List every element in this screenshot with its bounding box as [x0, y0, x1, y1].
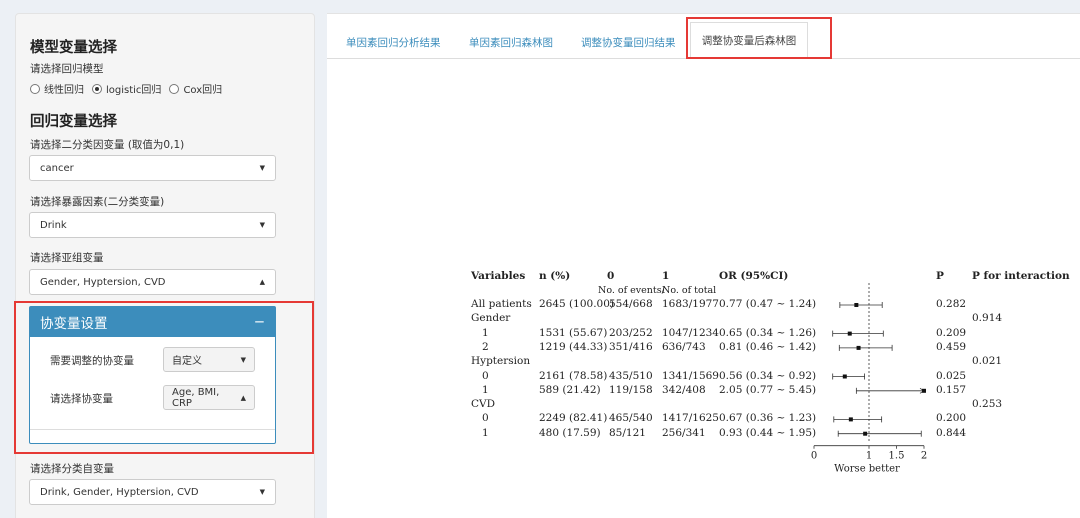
row-group1: 1047/1234 [662, 326, 719, 339]
row-p-interaction: 0.914 [972, 312, 1003, 325]
row-n: 2249 (82.41) [539, 412, 608, 425]
exposure-label: 请选择暴露因素(二分类变量) [30, 196, 165, 208]
caret-down-icon: ▼ [259, 221, 265, 229]
point-estimate [847, 331, 852, 336]
row-n: 2161 (78.58) [539, 369, 608, 382]
row-group0: 554/668 [609, 298, 653, 310]
header-variables: Variables [471, 270, 526, 282]
row-variable: 0 [482, 369, 489, 382]
row-p: 0.157 [936, 383, 967, 396]
row-group1: 1341/1569 [662, 369, 719, 382]
row-variable: Gender [471, 312, 511, 325]
tab-univariate-forest[interactable]: 单因素回归森林图 [469, 35, 553, 50]
subgroup-select[interactable]: Gender, Hyptersion, CVD ▲ [29, 269, 276, 295]
row-variable: 2 [482, 340, 489, 353]
row-group1: 1683/1977 [662, 298, 719, 310]
model-prompt: 请选择回归模型 [30, 63, 104, 75]
x-tick-label: 0 [811, 451, 817, 462]
point-estimate [863, 431, 868, 436]
row-variable: 1 [482, 426, 489, 439]
row-n: 2645 (100.00) [539, 298, 614, 310]
subheader-events: No. of events/ [598, 285, 665, 296]
forest-plot-graphic: 0 1 1.5 2 Worse better [811, 283, 927, 475]
header-n: n (%) [539, 270, 571, 282]
row-group0: 85/121 [609, 426, 646, 439]
radio-linear[interactable]: 线性回归 [30, 81, 84, 96]
row-variable: Hyptersion [471, 355, 531, 368]
row-variable: All patients [471, 298, 532, 310]
row-p: 0.025 [936, 369, 967, 382]
point-estimate [922, 388, 926, 393]
row-n: 1531 (55.67) [539, 326, 608, 339]
tab-adjusted-results[interactable]: 调整协变量回归结果 [581, 35, 676, 50]
row-p-interaction: 0.021 [972, 355, 1003, 368]
exposure-select[interactable]: Drink ▼ [29, 212, 276, 238]
header-group0: 0 [607, 270, 615, 282]
outcome-label: 请选择二分类因变量 (取值为0,1) [30, 139, 185, 151]
row-n: 589 (21.42) [539, 383, 601, 396]
radio-circle-selected [92, 83, 102, 94]
row-group0: 119/158 [609, 383, 653, 396]
categorical-value: Drink, Gender, Hyptersion, CVD [40, 486, 199, 498]
row-variable: CVD [471, 398, 496, 411]
row-p: 0.844 [936, 426, 967, 439]
x-tick-label: 1.5 [889, 451, 905, 462]
row-group1: 256/341 [662, 426, 706, 439]
point-estimate [854, 303, 859, 307]
caret-up-icon: ▲ [259, 278, 265, 286]
radio-circle [30, 83, 40, 94]
subgroup-value: Gender, Hyptersion, CVD [40, 276, 166, 288]
model-radio-group: 线性回归 logistic回归 Cox回归 [30, 81, 230, 96]
main-panel: 单因素回归分析结果 单因素回归森林图 调整协变量回归结果 调整协变量后森林图 [327, 13, 1080, 518]
radio-label-cox: Cox回归 [183, 85, 223, 96]
categorical-label: 请选择分类自变量 [30, 463, 114, 475]
row-group0: 351/416 [609, 340, 653, 353]
row-group1: 636/743 [662, 340, 706, 353]
radio-circle [169, 83, 180, 94]
row-n: 480 (17.59) [539, 426, 601, 439]
row-group0: 465/540 [609, 412, 653, 425]
model-section-title: 模型变量选择 [30, 40, 117, 56]
highlight-box-tab [686, 17, 832, 59]
caret-down-icon: ▼ [259, 488, 265, 496]
row-group1: 1417/1625 [662, 412, 719, 425]
radio-logistic[interactable]: logistic回归 [92, 81, 161, 96]
header-group1: 1 [662, 270, 670, 282]
point-estimate [848, 417, 853, 422]
row-p: 0.209 [936, 326, 967, 339]
x-axis-label: Worse better [834, 464, 900, 475]
point-estimate [856, 345, 861, 350]
row-group0: 435/510 [609, 369, 653, 382]
row-p: 0.459 [936, 340, 967, 353]
exposure-value: Drink [40, 219, 67, 231]
row-group0: 203/252 [609, 326, 653, 339]
row-n: 1219 (44.33) [539, 340, 608, 353]
row-group1: 342/408 [662, 383, 706, 396]
header-or: OR (95%CI) [719, 270, 789, 282]
row-variable: 0 [482, 412, 489, 425]
header-p-interaction: P for interaction [972, 270, 1070, 282]
point-estimate [842, 374, 847, 379]
row-p: 0.200 [936, 412, 967, 425]
row-variable: 1 [482, 383, 489, 396]
row-p: 0.282 [936, 298, 967, 310]
regression-section-title: 回归变量选择 [30, 114, 117, 130]
subgroup-label: 请选择亚组变量 [30, 252, 104, 264]
tab-univariate-results[interactable]: 单因素回归分析结果 [346, 35, 441, 50]
caret-down-icon: ▼ [259, 164, 265, 172]
subheader-total: No. of total [662, 285, 717, 296]
categorical-select[interactable]: Drink, Gender, Hyptersion, CVD ▼ [29, 479, 276, 505]
x-tick-label: 2 [921, 451, 927, 462]
radio-label-linear: 线性回归 [44, 85, 84, 96]
radio-cox[interactable]: Cox回归 [169, 81, 222, 96]
outcome-select[interactable]: cancer ▼ [29, 155, 276, 181]
row-p-interaction: 0.253 [972, 398, 1003, 411]
row-variable: 1 [482, 326, 489, 339]
highlight-box-covariates [14, 301, 314, 454]
radio-label-logistic: logistic回归 [106, 85, 162, 96]
x-tick-label: 1 [866, 451, 872, 462]
outcome-value: cancer [40, 162, 74, 174]
